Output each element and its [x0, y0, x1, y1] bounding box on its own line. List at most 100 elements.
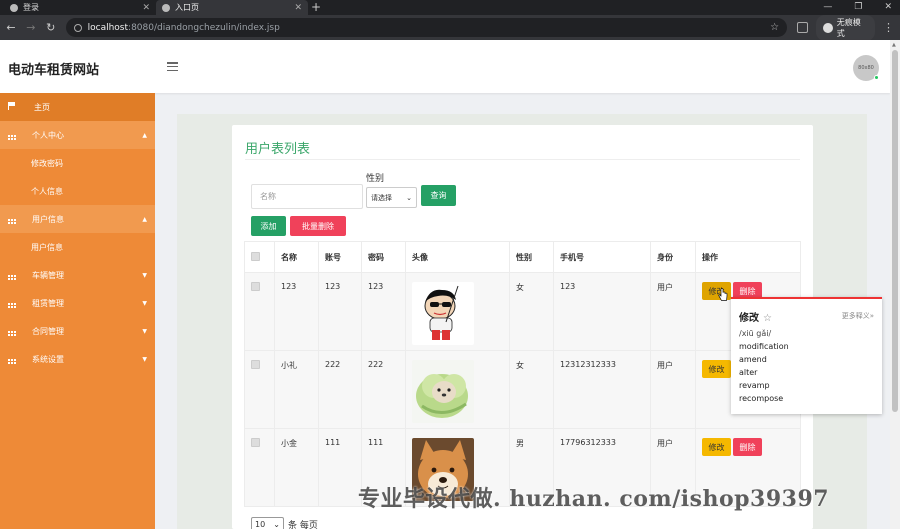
app-header: 电动车租赁网站 80x80 [0, 40, 890, 93]
pagination: 10 ⌄ 条 每页 [251, 517, 318, 529]
chevron-down-icon: ⌄ [406, 193, 412, 202]
sidebar-subitem-personal-info[interactable]: 个人信息 [0, 177, 155, 205]
browser-tab-login[interactable]: 登录 ✕ [4, 0, 156, 15]
gender-select[interactable]: 请选择 ⌄ [366, 187, 417, 208]
delete-button[interactable]: 删除 [733, 438, 762, 456]
header-avatar: 头像 [405, 241, 510, 273]
sidebar: 主页 个人中心 ▲ 修改密码 个人信息 用户信息 ▲ 用户信息 车辆管理 ▼ 租… [0, 93, 155, 529]
row-checkbox[interactable] [251, 360, 260, 369]
row-select-cell [244, 350, 275, 429]
sidebar-item-system-settings[interactable]: 系统设置 ▼ [0, 345, 155, 373]
incognito-indicator[interactable]: 无痕模式 [815, 14, 875, 41]
dictionary-popup: 修改 ☆ 更多释义» /xiū gǎi/ modification amend a… [731, 297, 882, 414]
hamburger-menu-icon[interactable] [167, 62, 178, 71]
sidebar-item-label: 用户信息 [32, 214, 64, 224]
cell-avatar [405, 350, 510, 429]
select-all-checkbox[interactable] [251, 251, 260, 261]
cell-account: 111 [318, 428, 362, 507]
sidebar-subitem-user-info[interactable]: 用户信息 [0, 233, 155, 261]
grid-icon [8, 359, 18, 364]
cell-name: 小金 [274, 428, 319, 507]
bookmark-star-icon[interactable]: ☆ [770, 22, 779, 33]
grid-icon [8, 219, 18, 224]
browser-tab-label: 入口页 [175, 3, 199, 12]
sidebar-item-label: 系统设置 [32, 354, 64, 364]
dict-pinyin: /xiū gǎi/ [739, 329, 772, 338]
scrollbar-thumb[interactable] [892, 50, 898, 412]
sidebar-subitem-change-password[interactable]: 修改密码 [0, 149, 155, 177]
cell-account: 222 [318, 350, 362, 429]
url-path: :8080/diandongchezulin/index.jsp [128, 22, 280, 33]
site-info-icon[interactable] [73, 23, 82, 32]
dict-definition: modification [739, 342, 789, 351]
cell-gender: 女 [509, 272, 554, 351]
sidebar-item-contract-management[interactable]: 合同管理 ▼ [0, 317, 155, 345]
close-icon[interactable]: ✕ [142, 3, 150, 13]
cell-gender: 女 [509, 350, 554, 429]
query-button[interactable]: 查询 [421, 185, 456, 206]
cell-password: 123 [361, 272, 406, 351]
avatar-text: 80x80 [858, 65, 874, 71]
row-checkbox[interactable] [251, 282, 260, 291]
close-window-icon[interactable]: ✕ [884, 0, 892, 14]
gender-label: 性别 [366, 174, 385, 184]
cell-name: 123 [274, 272, 319, 351]
favorite-star-icon[interactable]: ☆ [763, 313, 772, 324]
minimize-icon[interactable]: — [823, 0, 832, 14]
grid-icon [8, 275, 18, 280]
dict-definition: amend [739, 355, 767, 364]
header-phone: 手机号 [553, 241, 651, 273]
chevron-down-icon: ⌄ [273, 520, 280, 529]
sidebar-item-rental-management[interactable]: 租赁管理 ▼ [0, 289, 155, 317]
divider [245, 159, 800, 160]
restore-icon[interactable]: ❐ [854, 0, 862, 14]
name-search-input[interactable] [251, 184, 363, 209]
row-checkbox[interactable] [251, 438, 260, 447]
dict-definition: recompose [739, 394, 784, 403]
header-role: 身份 [650, 241, 696, 273]
sidebar-item-label: 个人中心 [32, 130, 64, 140]
address-bar[interactable]: localhost:8080/diandongchezulin/index.js… [65, 18, 788, 37]
sidebar-item-home[interactable]: 主页 [0, 93, 155, 121]
page-size-select[interactable]: 10 ⌄ [251, 517, 284, 529]
sidebar-item-personal-center[interactable]: 个人中心 ▲ [0, 121, 155, 149]
header-password: 密码 [361, 241, 406, 273]
batch-delete-button[interactable]: 批量删除 [290, 216, 346, 236]
globe-icon [10, 3, 18, 12]
watermark-text: 专业毕设代做. huzhan. com/ishop39397 [358, 486, 830, 512]
cell-avatar [405, 272, 510, 351]
page-title: 用户表列表 [245, 142, 311, 157]
online-status-dot [874, 75, 879, 80]
cabbage-dog-image [412, 360, 474, 423]
sidebar-item-label: 车辆管理 [32, 270, 64, 280]
cell-role: 用户 [650, 350, 696, 429]
forward-icon[interactable]: → [26, 21, 36, 34]
dict-definition: revamp [739, 381, 770, 390]
scroll-up-icon[interactable]: ▲ [892, 42, 896, 48]
cell-password: 222 [361, 350, 406, 429]
header-actions: 操作 [695, 241, 801, 273]
caret-down-icon: ▼ [142, 355, 147, 363]
more-definitions-link[interactable]: 更多释义» [842, 311, 874, 321]
sidebar-item-user-info[interactable]: 用户信息 ▲ [0, 205, 155, 233]
page-scrollbar[interactable]: ▲ [890, 40, 900, 529]
close-icon[interactable]: ✕ [294, 3, 302, 13]
add-button[interactable]: 添加 [251, 216, 286, 236]
caret-up-icon: ▲ [142, 131, 147, 139]
back-icon[interactable]: ← [6, 21, 16, 34]
caret-down-icon: ▼ [142, 271, 147, 279]
dict-word: 修改 [739, 313, 759, 324]
page-size-suffix: 条 每页 [288, 521, 318, 529]
edit-button[interactable]: 修改 [702, 360, 731, 378]
edit-button[interactable]: 修改 [702, 438, 731, 456]
row-select-cell [244, 428, 275, 507]
browser-tab-entry[interactable]: 入口页 ✕ [156, 0, 308, 15]
sidebar-item-vehicle-management[interactable]: 车辆管理 ▼ [0, 261, 155, 289]
extension-icon[interactable] [797, 22, 808, 33]
reload-icon[interactable]: ↻ [46, 21, 56, 34]
globe-icon [162, 3, 170, 12]
browser-menu-icon[interactable]: ⋮ [883, 21, 894, 34]
new-tab-icon[interactable]: + [311, 0, 321, 14]
avatar[interactable]: 80x80 [853, 55, 879, 81]
table-row: 123 123 123 女 123 用户 修改 删除 [244, 272, 801, 351]
